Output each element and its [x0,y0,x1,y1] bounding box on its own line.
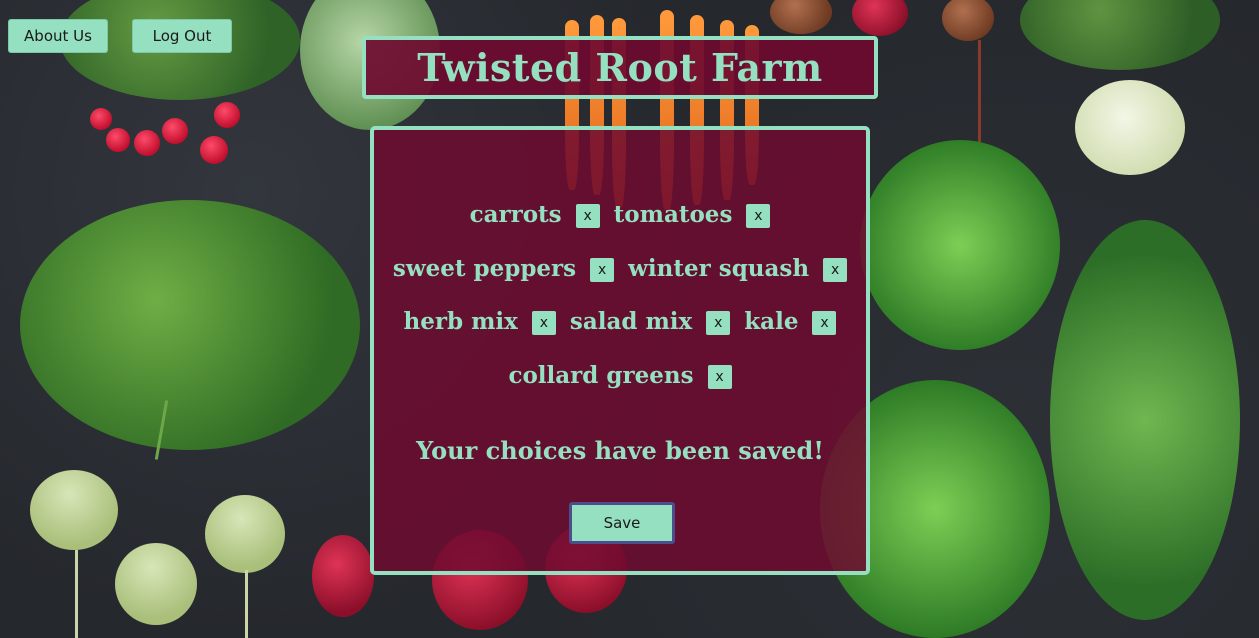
save-button[interactable]: Save [569,502,675,544]
remove-choice-button[interactable]: x [707,365,732,389]
remove-choice-button[interactable]: x [575,204,600,228]
choice-chip-carrots: carrots x [470,200,600,228]
remove-choice-button[interactable]: x [812,311,837,335]
choice-chip-salad-mix: salad mix x [569,307,731,335]
choice-row: sweet peppers x winter squash x [374,254,866,282]
title-banner: Twisted Root Farm [362,36,878,99]
remove-choice-button[interactable]: x [746,204,771,228]
remove-choice-button[interactable]: x [590,258,615,282]
choice-label: winter squash [628,254,810,282]
choices-panel: carrots x tomatoes x sweet peppers x win… [370,126,870,575]
choice-chip-collard-greens: collard greens x [508,361,732,389]
choice-label: salad mix [569,307,693,335]
about-us-button[interactable]: About Us [8,19,108,53]
page-title: Twisted Root Farm [417,45,823,90]
choice-label: tomatoes [613,200,733,228]
choice-row: collard greens x [374,361,866,389]
log-out-button[interactable]: Log Out [132,19,232,53]
choice-chip-herb-mix: herb mix x [404,307,556,335]
saved-status-message: Your choices have been saved! [416,436,824,465]
choice-chip-kale: kale x [744,307,837,335]
remove-choice-button[interactable]: x [531,311,556,335]
choice-row: herb mix x salad mix x kale x [374,307,866,335]
choice-label: herb mix [403,307,518,335]
choice-label: sweet peppers [392,254,577,282]
choice-chip-sweet-peppers: sweet peppers x [392,254,615,282]
choice-label: collard greens [508,361,694,389]
choice-chip-tomatoes: tomatoes x [614,200,771,228]
remove-choice-button[interactable]: x [823,258,848,282]
remove-choice-button[interactable]: x [706,311,731,335]
choice-row: carrots x tomatoes x [374,200,866,228]
choice-label: kale [744,307,799,335]
choice-chip-winter-squash: winter squash x [628,254,848,282]
choice-label: carrots [469,200,562,228]
